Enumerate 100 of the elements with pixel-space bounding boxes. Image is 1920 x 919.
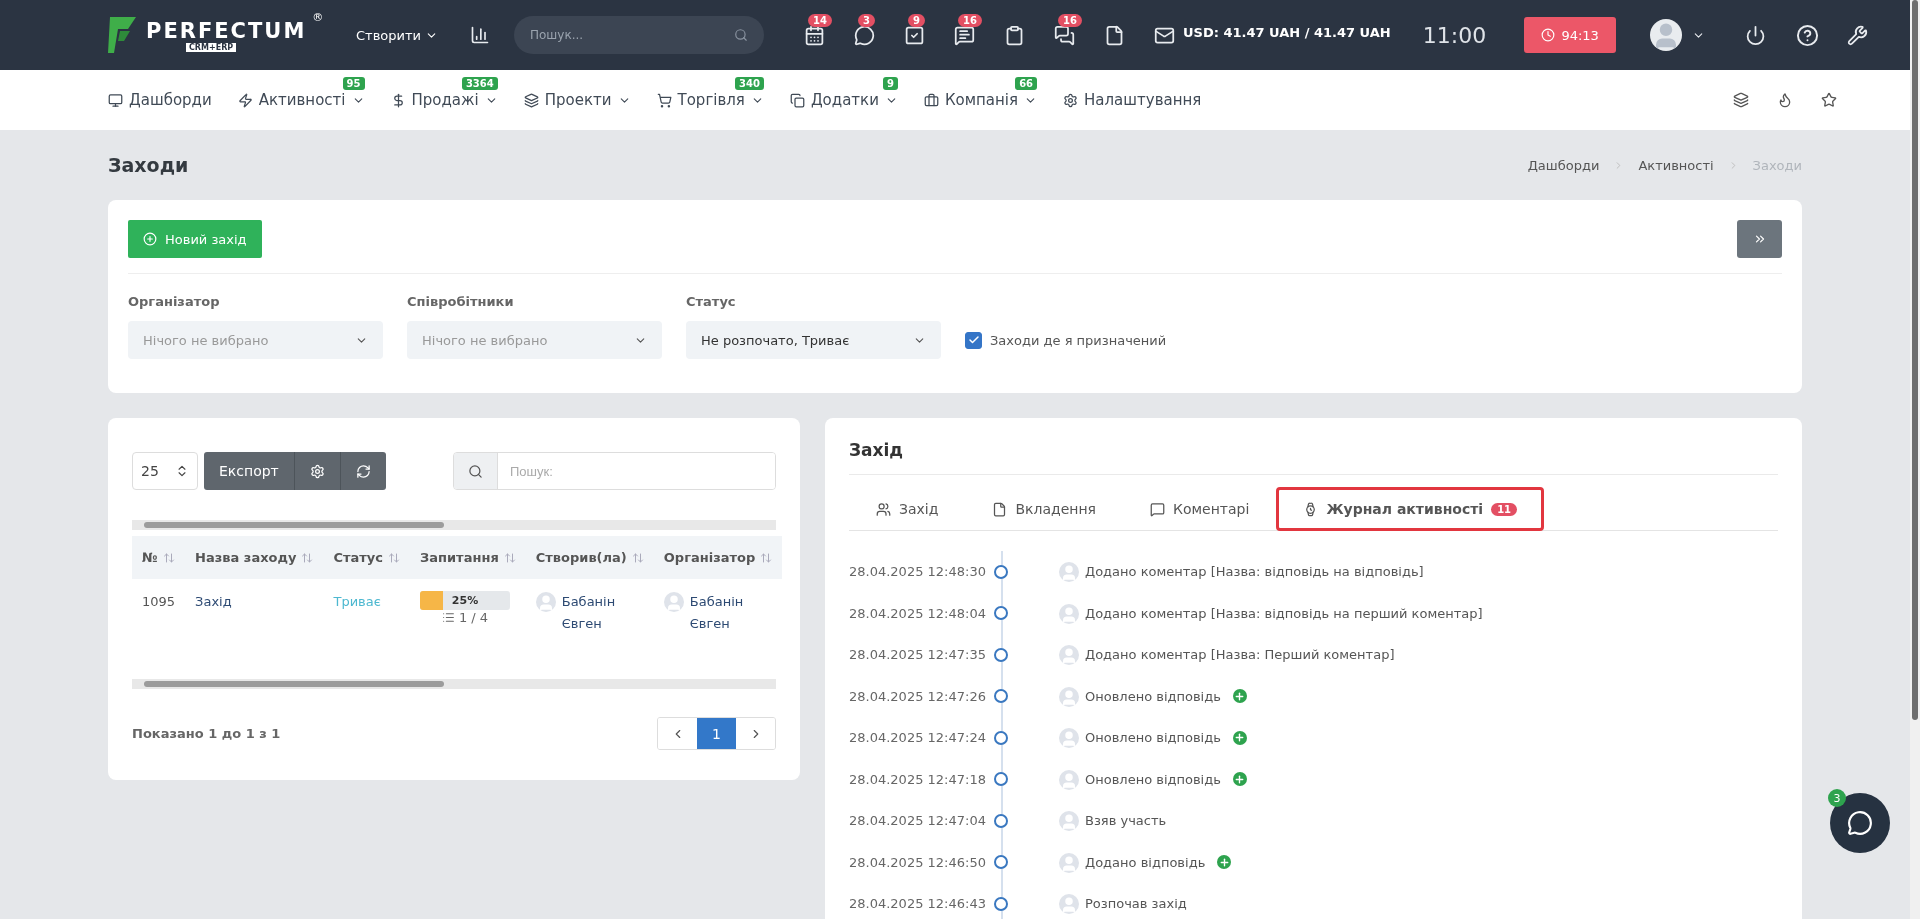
question-count: 1 / 4 [458, 610, 489, 625]
tab[interactable]: Журнал активності 11 [1276, 487, 1545, 531]
logo-subtitle: CRM+ERP [186, 42, 237, 52]
count-badge: 9 [882, 77, 898, 90]
horizontal-scrollbar[interactable] [132, 520, 776, 530]
nav-item[interactable]: Додатки [789, 91, 898, 109]
create-menu[interactable]: Створити [350, 26, 444, 44]
count-badge: 16 [958, 13, 982, 27]
timeline-dot [994, 606, 1008, 621]
log-time: 28.04.2025 12:46:50 [849, 854, 987, 870]
status-text: Триває [323, 579, 410, 679]
page-title: Заходи [108, 154, 189, 176]
search-icon [468, 463, 483, 479]
cart-icon [656, 92, 672, 108]
field-label: Організатор [128, 294, 221, 309]
count-badge: 14 [808, 13, 832, 27]
timeline-dot [994, 813, 1008, 828]
plus-circle-icon [143, 232, 157, 246]
comment-icon[interactable] [954, 24, 975, 46]
nav-item[interactable]: Торгівля [656, 91, 764, 109]
nav-item[interactable]: Активності [237, 91, 365, 109]
power-icon[interactable] [1745, 24, 1767, 46]
log-text: Додано коментар [Назва: Перший коментар] [1085, 647, 1395, 663]
nav-item[interactable]: Налаштування [1063, 91, 1202, 109]
log-time: 28.04.2025 12:47:26 [849, 688, 987, 704]
chat-button[interactable] [1830, 793, 1890, 853]
briefcase-icon [923, 92, 939, 108]
settings-button[interactable] [294, 452, 341, 490]
field-label: Статус [686, 294, 737, 309]
avatar-icon [1059, 811, 1079, 832]
checkbox-icon[interactable] [904, 24, 925, 46]
select-field[interactable]: Не розпочато, Триває [686, 321, 941, 359]
settings-icon [309, 463, 325, 479]
count-badge: 66 [1015, 77, 1038, 90]
avatar-icon [1059, 728, 1079, 749]
progress-bar: 25% [420, 591, 510, 610]
layers-icon [523, 92, 539, 108]
nav-item[interactable]: Дашборди [108, 91, 212, 109]
star-icon[interactable] [1821, 92, 1837, 108]
person-link[interactable]: Бабанін Євген [689, 591, 773, 635]
sort-icon [760, 551, 773, 564]
timeline-dot [994, 689, 1008, 704]
check-icon [967, 334, 980, 346]
assigned-checkbox[interactable]: Заходи де я призначений [965, 321, 1167, 359]
nav-item[interactable]: Продажі [390, 91, 498, 109]
nav-item[interactable]: Проекти [523, 91, 631, 109]
tab[interactable]: Вкладення [965, 487, 1124, 531]
column-header[interactable]: № [142, 550, 158, 565]
count-badge: 3364 [461, 77, 498, 90]
list-icon [441, 611, 455, 624]
user-avatar[interactable] [1650, 19, 1683, 51]
page-scrollbar[interactable] [1910, 0, 1920, 919]
search-field[interactable]: Пошук... [514, 16, 764, 54]
timeline-dot [994, 564, 1008, 579]
log-text: Додано коментар [Назва: відповідь на перший коментар] [1085, 605, 1483, 621]
nav-item[interactable]: Компанія [923, 91, 1038, 109]
tab[interactable]: Коментарі [1123, 487, 1277, 531]
avatar-icon [663, 592, 684, 612]
settings-icon [1063, 92, 1079, 108]
avatar-icon [1059, 686, 1079, 707]
log-time: 28.04.2025 12:47:04 [849, 813, 987, 829]
refresh-button[interactable] [340, 452, 386, 490]
file-icon[interactable] [1104, 24, 1125, 46]
flame-icon[interactable] [1777, 92, 1793, 108]
messages-icon[interactable] [1054, 24, 1075, 46]
clipboard-icon[interactable] [1004, 24, 1025, 46]
avatar-icon [1059, 603, 1079, 624]
log-text: Взяв участь [1085, 813, 1167, 829]
count-badge: 16 [1058, 13, 1082, 27]
bar-chart-icon[interactable] [470, 25, 490, 45]
page-size-select[interactable]: 25 [132, 452, 198, 490]
chat-icon[interactable] [854, 24, 875, 46]
chat-icon [1847, 810, 1873, 836]
search-icon [734, 28, 748, 42]
comment-icon [1150, 501, 1166, 517]
breadcrumb-link[interactable]: Дашборди [1527, 157, 1600, 173]
log-text: Оновлено відповідь [1085, 771, 1221, 787]
event-link[interactable]: Захід [185, 579, 324, 679]
avatar-icon [1059, 852, 1079, 873]
calendar-icon[interactable] [804, 24, 825, 46]
horizontal-scrollbar[interactable] [132, 679, 776, 689]
log-text: Додано коментар [Назва: відповідь на відповідь] [1085, 564, 1424, 580]
count-badge: 3 [1828, 789, 1846, 807]
sort-icon [631, 551, 644, 564]
help-icon[interactable] [1796, 23, 1820, 47]
person-link[interactable]: Бабанін Євген [561, 591, 644, 635]
wrench-icon[interactable] [1847, 24, 1869, 46]
tab[interactable]: Захід [849, 487, 966, 531]
page-button[interactable]: 1 [697, 718, 736, 749]
breadcrumb-link[interactable]: Активності [1638, 157, 1714, 173]
layers-icon[interactable] [1733, 92, 1749, 108]
clock-icon [1541, 28, 1556, 42]
table-search-field[interactable]: Пошук: [453, 452, 776, 490]
export-button[interactable]: Експорт [204, 452, 295, 490]
users-icon [876, 501, 891, 517]
lightning-icon [237, 92, 253, 108]
avatar-icon [535, 592, 556, 612]
log-text: Додано відповідь [1085, 854, 1206, 870]
file-icon [992, 501, 1008, 517]
avatar-icon [1059, 562, 1079, 583]
